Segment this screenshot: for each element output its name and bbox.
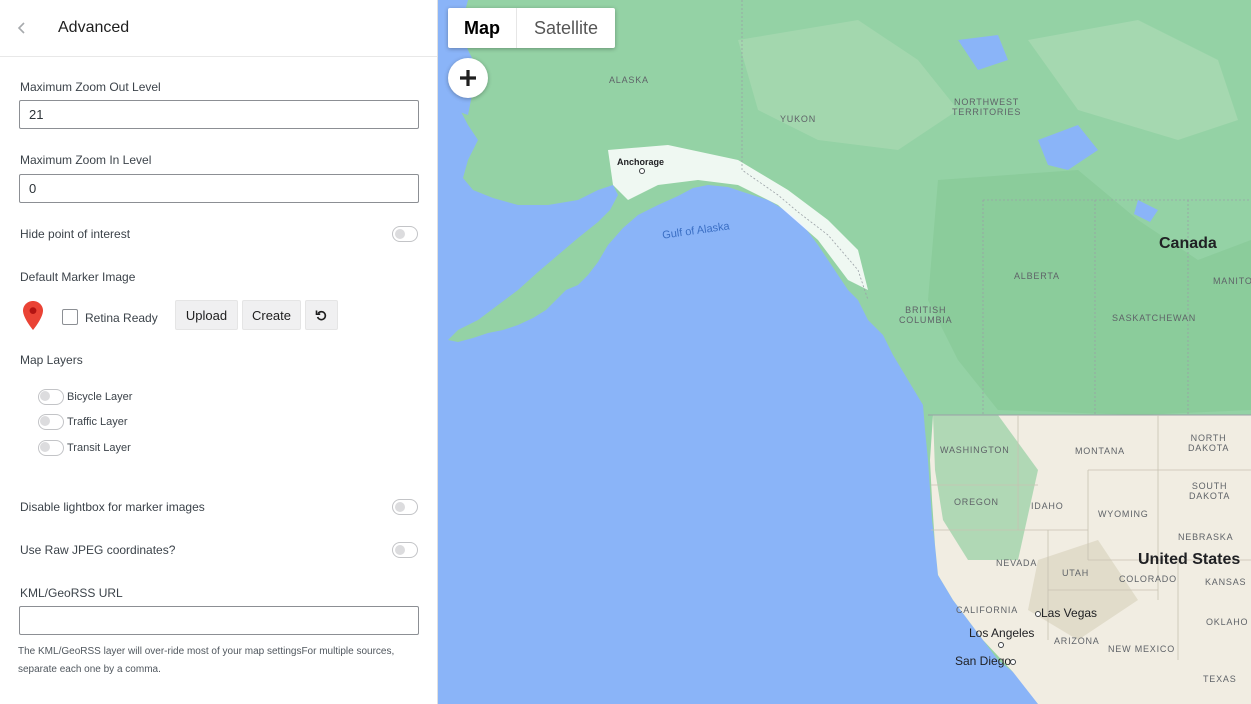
map-type-satellite-button[interactable]: Satellite (517, 8, 615, 48)
map-label-nwt-line2: TERRITORIES (952, 107, 1022, 117)
map-type-map-button[interactable]: Map (448, 8, 517, 48)
map-label-nwt-line1: NORTHWEST (954, 97, 1020, 107)
map-label-utah: UTAH (1062, 568, 1090, 578)
map-label-sd-line2: DAKOTA (1189, 491, 1231, 501)
raw-jpeg-toggle[interactable] (392, 542, 418, 558)
bicycle-layer-label: Bicycle Layer (67, 391, 133, 403)
zoom-out-label: Maximum Zoom Out Level (20, 80, 161, 94)
transit-layer-row[interactable]: Transit Layer (38, 440, 131, 456)
toggle-knob (40, 442, 50, 452)
map-label-nevada: NEVADA (996, 558, 1038, 568)
map-label-oklahoma: OKLAHO (1206, 617, 1249, 627)
toggle-knob (40, 391, 50, 401)
map-base-layer (448, 0, 1251, 704)
map-label-sd-line1: SOUTH (1191, 481, 1228, 491)
map-label-washington: WASHINGTON (940, 445, 1010, 455)
panel-title: Advanced (58, 19, 130, 36)
map-label-south-dakota: SOUTH DAKOTA (1189, 481, 1230, 501)
transit-layer-label: Transit Layer (67, 442, 131, 454)
marker-image-label: Default Marker Image (20, 270, 136, 284)
map-label-bc-line1: BRITISH (905, 305, 947, 315)
traffic-layer-label: Traffic Layer (67, 416, 128, 428)
plus-icon (460, 70, 476, 86)
san-diego-marker (1010, 659, 1016, 665)
map-label-montana: MONTANA (1075, 446, 1125, 456)
back-button[interactable] (0, 0, 44, 57)
kml-help-text: The KML/GeoRSS layer will over-ride most… (18, 643, 398, 679)
zoom-out-input[interactable] (19, 100, 419, 129)
map-label-wyoming: WYOMING (1098, 509, 1149, 519)
kml-label: KML/GeoRSS URL (20, 586, 123, 600)
retina-ready-checkbox[interactable] (62, 309, 78, 325)
map-label-kansas: KANSAS (1205, 577, 1247, 587)
map-label-united-states: United States (1138, 551, 1241, 568)
bicycle-layer-toggle[interactable] (38, 389, 64, 405)
toggle-knob (395, 229, 405, 239)
kml-help-line-2: separate each one by a comma. (18, 664, 161, 675)
kml-url-input[interactable] (19, 606, 419, 635)
anchorage-marker (639, 168, 645, 174)
upload-button[interactable]: Upload (175, 300, 238, 330)
map-label-california: CALIFORNIA (956, 605, 1019, 615)
map-label-colorado: COLORADO (1119, 574, 1177, 584)
bicycle-layer-row[interactable]: Bicycle Layer (38, 389, 132, 405)
map-label-oregon: OREGON (954, 497, 999, 507)
traffic-layer-toggle[interactable] (38, 414, 64, 430)
map-label-nebraska: NEBRASKA (1178, 532, 1234, 542)
map-label-new-mexico: NEW MEXICO (1108, 644, 1176, 654)
traffic-layer-row[interactable]: Traffic Layer (38, 414, 128, 430)
map-label-british-columbia: BRITISH COLUMBIA (899, 305, 952, 325)
retina-ready-label: Retina Ready (85, 311, 158, 325)
los-angeles-marker (998, 642, 1004, 648)
toggle-knob (395, 545, 405, 555)
panel-header: Advanced (0, 0, 437, 57)
raw-jpeg-label: Use Raw JPEG coordinates? (20, 543, 176, 557)
map-label-nd-line2: DAKOTA (1188, 443, 1230, 453)
map-label-texas: TEXAS (1203, 674, 1237, 684)
map-label-las-vegas: Las Vegas (1041, 606, 1098, 620)
hide-poi-toggle[interactable] (392, 226, 418, 242)
map-label-san-diego: San Diego (955, 654, 1012, 668)
zoom-in-label: Maximum Zoom In Level (20, 153, 152, 167)
map-type-control: Map Satellite (448, 8, 615, 48)
map-label-saskatchewan: SASKATCHEWAN (1112, 313, 1197, 323)
map-label-canada: Canada (1159, 235, 1217, 252)
disable-lightbox-label: Disable lightbox for marker images (20, 500, 205, 514)
map-label-bc-line2: COLUMBIA (899, 315, 953, 325)
transit-layer-toggle[interactable] (38, 440, 64, 456)
map-label-manitoba: MANITO (1213, 276, 1251, 286)
map-label-nd-line1: NORTH (1190, 433, 1227, 443)
settings-panel: Advanced Maximum Zoom Out Level Maximum … (0, 0, 438, 704)
toggle-knob (40, 416, 50, 426)
map-pin-icon (23, 301, 43, 330)
map-label-yukon: YUKON (780, 114, 817, 124)
map-label-alaska: ALASKA (609, 75, 649, 85)
undo-icon (315, 310, 327, 320)
map-label-alberta: ALBERTA (1014, 271, 1060, 281)
map-label-north-dakota: NORTH DAKOTA (1188, 433, 1229, 453)
toggle-knob (395, 502, 405, 512)
map-label-nwt: NORTHWEST TERRITORIES (952, 97, 1021, 117)
map-label-anchorage: Anchorage (617, 157, 665, 167)
map-label-arizona: ARIZONA (1054, 636, 1100, 646)
map-label-idaho: IDAHO (1031, 501, 1064, 511)
chevron-left-icon (17, 22, 25, 34)
map-layers-label: Map Layers (20, 353, 83, 367)
map-label-los-angeles: Los Angeles (969, 626, 1035, 640)
hide-poi-label: Hide point of interest (20, 227, 131, 241)
zoom-in-button[interactable] (448, 58, 488, 98)
reset-marker-button[interactable] (305, 300, 338, 330)
disable-lightbox-toggle[interactable] (392, 499, 418, 515)
zoom-in-input[interactable] (19, 174, 419, 203)
create-button[interactable]: Create (242, 300, 301, 330)
kml-help-line-1: The KML/GeoRSS layer will over-ride most… (18, 646, 395, 657)
map-canvas[interactable]: Map Satellite ALASKA YUKON NORTHWEST TER… (438, 0, 1251, 704)
